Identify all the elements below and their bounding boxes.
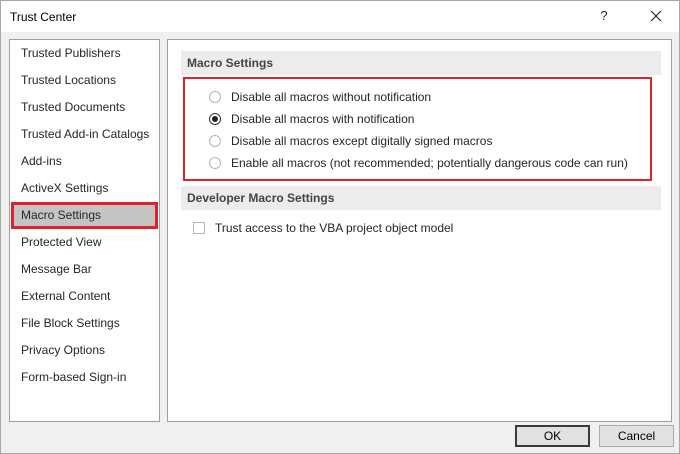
help-button[interactable]: ? [594, 6, 614, 26]
checkbox-trust-vba-access[interactable]: Trust access to the VBA project object m… [193, 218, 453, 238]
radio-disable-without-notification[interactable]: Disable all macros without notification [209, 87, 431, 107]
category-nav: Trusted Publishers Trusted Locations Tru… [9, 39, 160, 422]
nav-item-protected-view[interactable]: Protected View [11, 229, 158, 256]
nav-item-message-bar[interactable]: Message Bar [11, 256, 158, 283]
settings-panel: Macro Settings Disable all macros withou… [167, 39, 672, 422]
nav-item-trusted-add-in-catalogs[interactable]: Trusted Add-in Catalogs [11, 121, 158, 148]
trust-center-dialog: Trust Center ? Trusted Publishers Truste… [0, 0, 680, 454]
checkbox-label: Trust access to the VBA project object m… [215, 221, 454, 235]
radio-label: Disable all macros except digitally sign… [231, 134, 493, 148]
nav-item-privacy-options[interactable]: Privacy Options [11, 337, 158, 364]
nav-item-add-ins[interactable]: Add-ins [11, 148, 158, 175]
radio-button-checked[interactable] [209, 113, 221, 125]
checkbox[interactable] [193, 222, 205, 234]
nav-item-trusted-locations[interactable]: Trusted Locations [11, 67, 158, 94]
macro-settings-header: Macro Settings [181, 51, 661, 75]
ok-button[interactable]: OK [515, 425, 590, 447]
radio-disable-except-signed[interactable]: Disable all macros except digitally sign… [209, 131, 492, 151]
radio-label: Disable all macros without notification [231, 90, 432, 104]
dialog-title: Trust Center [10, 10, 77, 24]
nav-item-trusted-documents[interactable]: Trusted Documents [11, 94, 158, 121]
close-icon [650, 10, 662, 22]
radio-label: Enable all macros (not recommended; pote… [231, 156, 628, 170]
title-bar: Trust Center ? [1, 1, 679, 32]
cancel-button[interactable]: Cancel [599, 425, 674, 447]
radio-label: Disable all macros with notification [231, 112, 415, 126]
radio-button[interactable] [209, 91, 221, 103]
radio-button[interactable] [209, 157, 221, 169]
close-button[interactable] [645, 5, 667, 27]
nav-item-trusted-publishers[interactable]: Trusted Publishers [11, 40, 158, 67]
radio-button[interactable] [209, 135, 221, 147]
nav-item-macro-settings[interactable]: Macro Settings [11, 202, 158, 229]
nav-item-activex-settings[interactable]: ActiveX Settings [11, 175, 158, 202]
radio-enable-all-macros[interactable]: Enable all macros (not recommended; pote… [209, 153, 628, 173]
developer-macro-settings-header: Developer Macro Settings [181, 186, 661, 210]
nav-item-external-content[interactable]: External Content [11, 283, 158, 310]
nav-item-file-block-settings[interactable]: File Block Settings [11, 310, 158, 337]
radio-disable-with-notification[interactable]: Disable all macros with notification [209, 109, 414, 129]
nav-item-form-based-sign-in[interactable]: Form-based Sign-in [11, 364, 158, 391]
